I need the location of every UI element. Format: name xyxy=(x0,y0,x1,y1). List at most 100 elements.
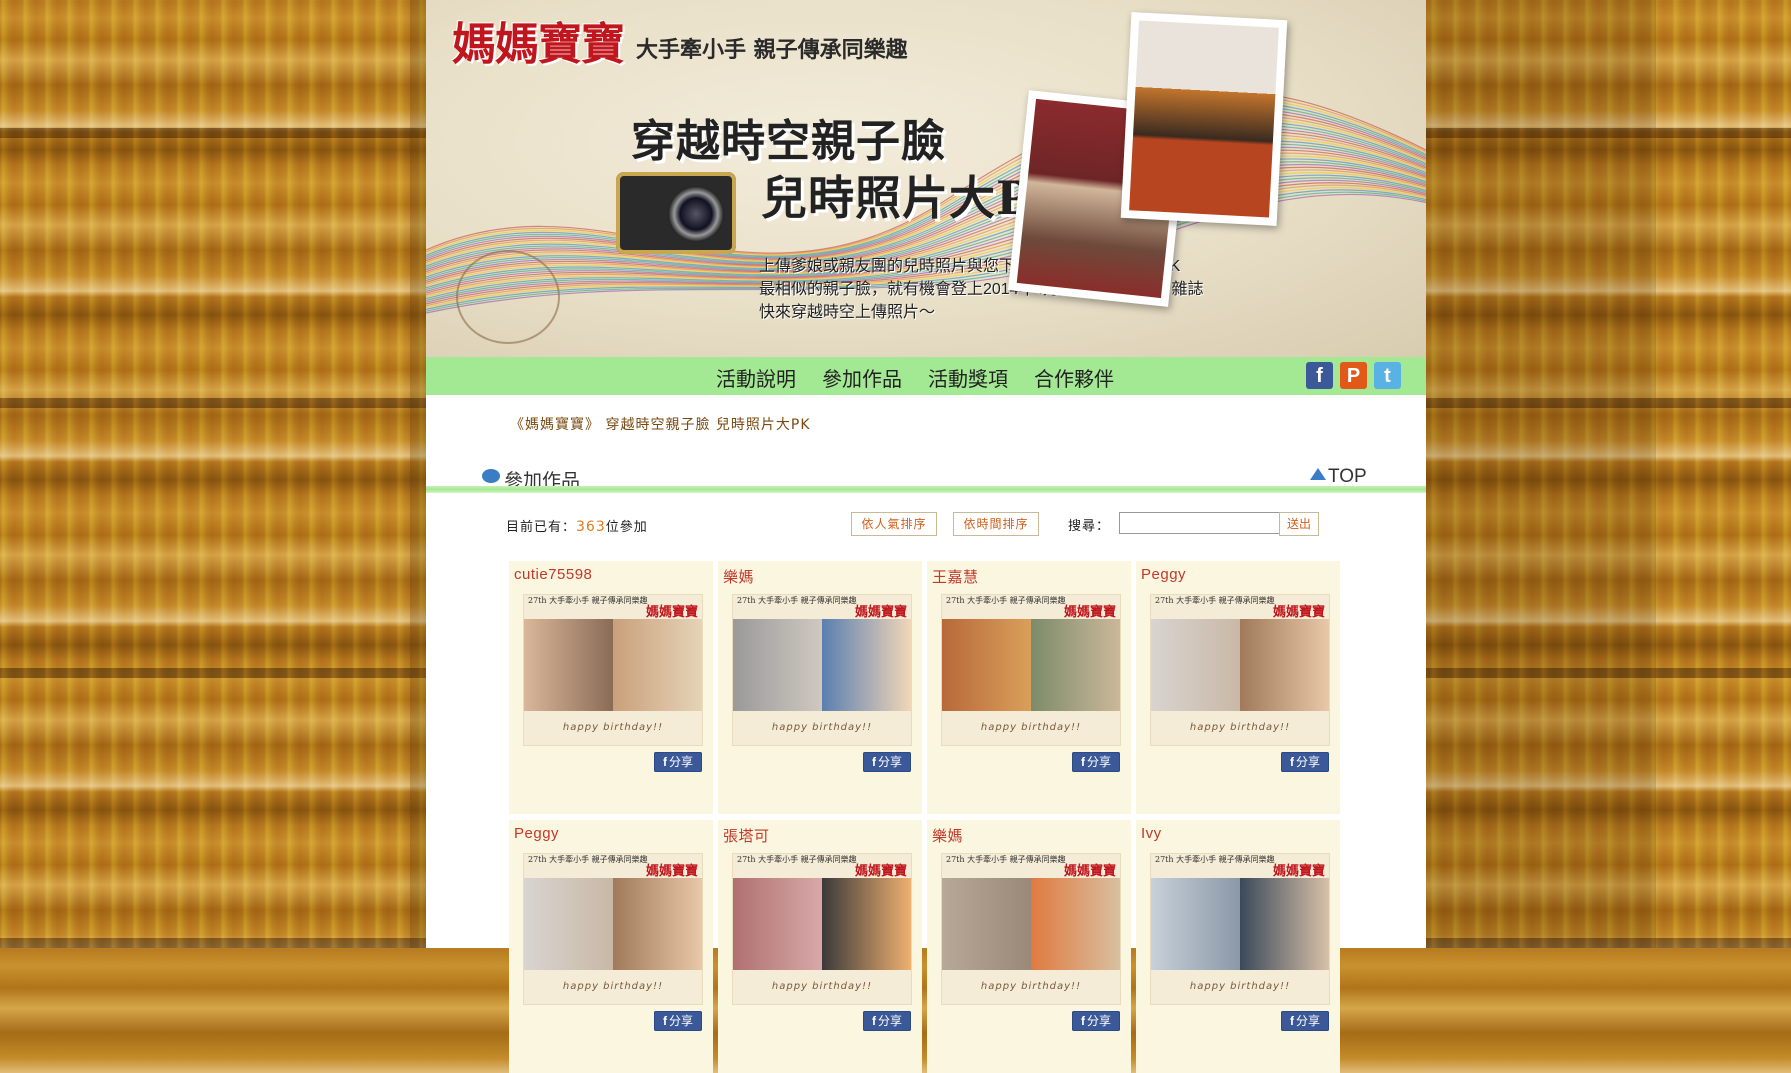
entry-photo-images xyxy=(733,878,911,970)
share-label: 分享 xyxy=(877,755,902,769)
entry-photo-footer: happy birthday!! xyxy=(562,981,664,992)
entry-photo-images xyxy=(1151,878,1329,970)
entry-photo-brand: 媽媽寶寶 xyxy=(1272,605,1325,620)
nav-item-rules[interactable]: 活動說明 xyxy=(716,363,796,392)
facebook-share-button[interactable]: f 分享 xyxy=(863,752,911,772)
sort-by-time-button[interactable]: 依時間排序 xyxy=(953,512,1039,536)
photo-image xyxy=(1129,20,1279,218)
facebook-share-button[interactable]: f 分享 xyxy=(1281,1011,1329,1031)
twitter-icon[interactable]: t xyxy=(1374,362,1401,389)
facebook-share-button[interactable]: f 分享 xyxy=(654,1011,702,1031)
section-divider xyxy=(426,486,1426,493)
entry-card[interactable]: 樂媽 27th 大手牽小手 親子傳承同樂趣 媽媽寶寶 happy birthda… xyxy=(718,561,922,814)
facebook-icon: f xyxy=(1289,1014,1294,1028)
nav-item-entries[interactable]: 參加作品 xyxy=(822,363,902,392)
share-label: 分享 xyxy=(668,755,693,769)
facebook-share-button[interactable]: f 分享 xyxy=(863,1011,911,1031)
entry-photo-brand: 媽媽寶寶 xyxy=(1063,605,1116,620)
banner-slogan: 大手牽小手 親子傳承同樂趣 xyxy=(636,37,908,63)
facebook-icon: f xyxy=(1080,1014,1085,1028)
entry-photo[interactable]: 27th 大手牽小手 親子傳承同樂趣 媽媽寶寶 happy birthday!! xyxy=(941,853,1121,1005)
entry-author-name[interactable]: 樂媽 xyxy=(932,825,963,846)
entry-photo-brand: 媽媽寶寶 xyxy=(1063,864,1116,879)
top-link[interactable]: TOP xyxy=(1310,466,1367,488)
facebook-icon: f xyxy=(1289,755,1294,769)
entry-photo-images xyxy=(524,619,702,711)
entry-card[interactable]: 王嘉慧 27th 大手牽小手 親子傳承同樂趣 媽媽寶寶 happy birthd… xyxy=(927,561,1131,814)
share-label: 分享 xyxy=(1295,755,1320,769)
share-label: 分享 xyxy=(1086,1014,1111,1028)
facebook-icon: f xyxy=(871,755,876,769)
nav-item-partners[interactable]: 合作夥伴 xyxy=(1034,363,1114,392)
entry-author-name[interactable]: Peggy xyxy=(1141,566,1186,583)
count-prefix: 目前已有： xyxy=(506,520,577,535)
nav-menu: 活動說明 參加作品 活動獎項 合作夥伴 xyxy=(716,363,1114,392)
hero-banner: 媽媽寶寶 大手牽小手 親子傳承同樂趣 穿越時空親子臉 兒時照片大PK 上傳爹娘或… xyxy=(426,0,1426,357)
facebook-share-button[interactable]: f 分享 xyxy=(1072,752,1120,772)
facebook-icon[interactable]: f xyxy=(1306,362,1333,389)
share-label: 分享 xyxy=(1295,1014,1320,1028)
entry-photo-images xyxy=(733,619,911,711)
share-label: 分享 xyxy=(1086,755,1111,769)
entry-card[interactable]: 張塔可 27th 大手牽小手 親子傳承同樂趣 媽媽寶寶 happy birthd… xyxy=(718,820,922,1073)
entry-card[interactable]: Ivy 27th 大手牽小手 親子傳承同樂趣 媽媽寶寶 happy birthd… xyxy=(1136,820,1340,1073)
breadcrumb: 《媽媽寶寶》 穿越時空親子臉 兒時照片大PK xyxy=(510,417,811,433)
banner-title-line1: 穿越時空親子臉 xyxy=(631,116,946,167)
entry-photo-brand: 媽媽寶寶 xyxy=(854,864,907,879)
entry-photo[interactable]: 27th 大手牽小手 親子傳承同樂趣 媽媽寶寶 happy birthday!! xyxy=(523,853,703,1005)
entry-photo-images xyxy=(1151,619,1329,711)
plurk-icon[interactable]: P xyxy=(1340,362,1367,389)
camera-lens xyxy=(668,186,724,242)
sort-by-popularity-button[interactable]: 依人氣排序 xyxy=(851,512,937,536)
entry-author-name[interactable]: 張塔可 xyxy=(723,825,770,846)
entry-author-name[interactable]: Peggy xyxy=(514,825,559,842)
entry-photo-footer: happy birthday!! xyxy=(1189,981,1291,992)
entry-photo-brand: 媽媽寶寶 xyxy=(645,864,698,879)
entry-photo-footer: happy birthday!! xyxy=(562,722,664,733)
share-label: 分享 xyxy=(668,1014,693,1028)
search-input[interactable] xyxy=(1119,512,1305,534)
entry-photo[interactable]: 27th 大手牽小手 親子傳承同樂趣 媽媽寶寶 happy birthday!! xyxy=(1150,853,1330,1005)
entry-photo-footer: happy birthday!! xyxy=(1189,722,1291,733)
entry-author-name[interactable]: Ivy xyxy=(1141,825,1162,842)
share-label: 分享 xyxy=(877,1014,902,1028)
entry-photo-images xyxy=(942,619,1120,711)
entry-photo[interactable]: 27th 大手牽小手 親子傳承同樂趣 媽媽寶寶 happy birthday!! xyxy=(732,594,912,746)
entry-author-name[interactable]: 樂媽 xyxy=(723,566,754,587)
entry-author-name[interactable]: 王嘉慧 xyxy=(932,566,979,587)
facebook-icon: f xyxy=(1080,755,1085,769)
entry-photo[interactable]: 27th 大手牽小手 親子傳承同樂趣 媽媽寶寶 happy birthday!! xyxy=(732,853,912,1005)
entry-photo[interactable]: 27th 大手牽小手 親子傳承同樂趣 媽媽寶寶 happy birthday!! xyxy=(1150,594,1330,746)
facebook-icon: f xyxy=(871,1014,876,1028)
entry-photo[interactable]: 27th 大手牽小手 親子傳承同樂趣 媽媽寶寶 happy birthday!! xyxy=(941,594,1121,746)
social-links: f P t xyxy=(1306,362,1401,389)
entry-photo[interactable]: 27th 大手牽小手 親子傳承同樂趣 媽媽寶寶 happy birthday!! xyxy=(523,594,703,746)
entry-card[interactable]: 樂媽 27th 大手牽小手 親子傳承同樂趣 媽媽寶寶 happy birthda… xyxy=(927,820,1131,1073)
search-submit-button[interactable]: 送出 xyxy=(1279,512,1319,536)
participant-count: 目前已有：363位參加 xyxy=(506,516,648,535)
brand-logo: 媽媽寶寶 xyxy=(452,19,625,70)
main-page: 媽媽寶寶 大手牽小手 親子傳承同樂趣 穿越時空親子臉 兒時照片大PK 上傳爹娘或… xyxy=(426,0,1426,1073)
entry-card[interactable]: Peggy 27th 大手牽小手 親子傳承同樂趣 媽媽寶寶 happy birt… xyxy=(509,820,713,1073)
speech-bubble-icon xyxy=(482,468,500,483)
entry-photo-images xyxy=(524,878,702,970)
right-shade xyxy=(1426,0,1656,948)
entry-photo-footer: happy birthday!! xyxy=(771,981,873,992)
entry-photo-images xyxy=(942,878,1120,970)
banner-desc-line3: 快來穿越時空上傳照片～ xyxy=(759,304,936,321)
arrow-up-icon xyxy=(1310,468,1326,480)
nav-item-prizes[interactable]: 活動獎項 xyxy=(928,363,1008,392)
entry-card[interactable]: Peggy 27th 大手牽小手 親子傳承同樂趣 媽媽寶寶 happy birt… xyxy=(1136,561,1340,814)
entry-photo-footer: happy birthday!! xyxy=(980,981,1082,992)
entry-card[interactable]: cutie75598 27th 大手牽小手 親子傳承同樂趣 媽媽寶寶 happy… xyxy=(509,561,713,814)
facebook-icon: f xyxy=(662,1014,667,1028)
facebook-share-button[interactable]: f 分享 xyxy=(1281,752,1329,772)
facebook-share-button[interactable]: f 分享 xyxy=(1072,1011,1120,1031)
mascot-icon xyxy=(456,250,560,344)
facebook-share-button[interactable]: f 分享 xyxy=(654,752,702,772)
entry-photo-footer: happy birthday!! xyxy=(771,722,873,733)
entry-author-name[interactable]: cutie75598 xyxy=(514,566,592,583)
count-number: 363 xyxy=(576,519,606,535)
entries-toolbar: 目前已有：363位參加 依人氣排序 依時間排序 搜尋： 送出 xyxy=(506,512,1346,540)
entry-photo-footer: happy birthday!! xyxy=(980,722,1082,733)
